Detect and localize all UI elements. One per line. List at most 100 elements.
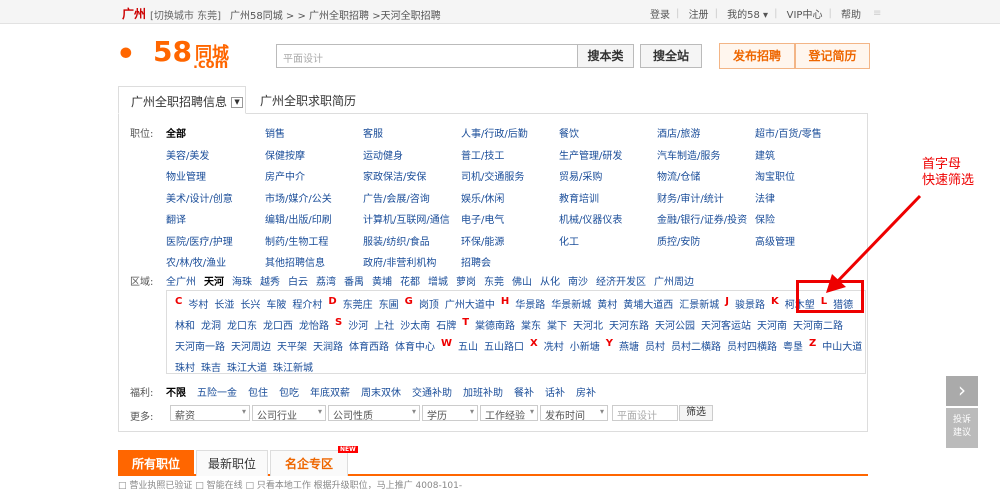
welfare-link[interactable]: 餐补 — [514, 384, 534, 399]
welfare-link[interactable]: 话补 — [545, 384, 565, 399]
subarea-link[interactable]: 天河南二路 — [793, 317, 843, 332]
category-link[interactable]: 普工/技工 — [461, 147, 504, 162]
subarea-link[interactable]: 华景路 — [515, 296, 545, 311]
subarea-link[interactable]: 岑村 — [188, 296, 208, 311]
subarea-link[interactable]: 天河东路 — [609, 317, 649, 332]
my58-menu[interactable]: 我的58 ▾ — [727, 6, 768, 21]
category-link[interactable]: 招聘会 — [461, 254, 491, 269]
category-link[interactable]: 超市/百货/零售 — [755, 125, 822, 140]
chevron-down-icon[interactable]: ▼ — [231, 97, 244, 108]
area-link[interactable]: 从化 — [540, 273, 560, 288]
subarea-link[interactable]: 天河公园 — [655, 317, 695, 332]
welfare-link[interactable]: 包吃 — [279, 384, 299, 399]
category-link[interactable]: 销售 — [265, 125, 285, 140]
area-link[interactable]: 番禺 — [344, 273, 364, 288]
subarea-link[interactable]: 林和 — [175, 317, 195, 332]
category-link[interactable]: 农/林/牧/渔业 — [166, 254, 226, 269]
area-link[interactable]: 越秀 — [260, 273, 280, 288]
welfare-link[interactable]: 不限 — [166, 384, 186, 399]
subarea-link[interactable]: 员村二横路 — [671, 338, 721, 353]
category-link[interactable]: 物业管理 — [166, 168, 206, 183]
current-city[interactable]: 广州 — [122, 5, 146, 22]
keyword-input[interactable]: 平面设计 — [612, 405, 678, 422]
category-link[interactable]: 娱乐/休闲 — [461, 190, 504, 205]
area-link[interactable]: 佛山 — [512, 273, 532, 288]
login-link[interactable]: 登录 — [650, 6, 670, 21]
category-link[interactable]: 家政保洁/安保 — [363, 168, 426, 183]
subarea-link[interactable]: 上社 — [374, 317, 394, 332]
subarea-link[interactable]: 五山路口 — [484, 338, 524, 353]
subarea-link[interactable]: 珠吉 — [201, 359, 221, 374]
breadcrumb[interactable]: 广州58同城 > > 广州全职招聘 >天河全职招聘 — [230, 7, 441, 22]
subarea-link[interactable]: 沙河 — [348, 317, 368, 332]
area-link[interactable]: 荔湾 — [316, 273, 336, 288]
area-link[interactable]: 广州周边 — [654, 273, 694, 288]
menu-icon[interactable]: ≡ — [873, 8, 881, 19]
category-link[interactable]: 市场/媒介/公关 — [265, 190, 332, 205]
area-link[interactable]: 萝岗 — [456, 273, 476, 288]
subarea-link[interactable]: 龙怡路 — [299, 317, 329, 332]
subarea-link[interactable]: 龙洞 — [201, 317, 221, 332]
category-link[interactable]: 制药/生物工程 — [265, 233, 328, 248]
subarea-link[interactable]: 石牌 — [436, 317, 456, 332]
subarea-link[interactable]: 珠江大道 — [227, 359, 267, 374]
area-link[interactable]: 黄埔 — [372, 273, 392, 288]
subarea-link[interactable]: 天河南 — [757, 317, 787, 332]
subarea-link[interactable]: 东圃 — [379, 296, 399, 311]
subarea-link[interactable]: 珠村 — [175, 359, 195, 374]
category-link[interactable]: 司机/交通服务 — [461, 168, 524, 183]
category-link[interactable]: 淘宝职位 — [755, 168, 795, 183]
subarea-link[interactable]: 车陂 — [266, 296, 286, 311]
category-link[interactable]: 翻译 — [166, 211, 186, 226]
category-link[interactable]: 教育培训 — [559, 190, 599, 205]
subarea-link[interactable]: 长湴 — [214, 296, 234, 311]
next-arrow-icon[interactable]: › — [946, 376, 978, 406]
subarea-link[interactable]: 骏景路 — [735, 296, 765, 311]
subarea-link[interactable]: 广州大道中 — [445, 296, 495, 311]
vip-center-link[interactable]: VIP中心 — [787, 6, 823, 21]
category-link[interactable]: 化工 — [559, 233, 579, 248]
category-link[interactable]: 房产中介 — [265, 168, 305, 183]
subarea-link[interactable]: 天平架 — [277, 338, 307, 353]
category-link[interactable]: 其他招聘信息 — [265, 254, 325, 269]
education-select[interactable]: 学历 ▾ — [422, 405, 478, 422]
area-link[interactable]: 天河 — [204, 273, 224, 288]
subarea-link[interactable]: 燕塘 — [619, 338, 639, 353]
category-link[interactable]: 政府/非营利机构 — [363, 254, 436, 269]
category-link[interactable]: 计算机/互联网/通信 — [363, 211, 450, 226]
subarea-link[interactable]: 棠下 — [547, 317, 567, 332]
experience-select[interactable]: 工作经验 ▾ — [480, 405, 538, 422]
company-nature-select[interactable]: 公司性质 ▾ — [328, 405, 420, 422]
category-link[interactable]: 质控/安防 — [657, 233, 700, 248]
category-link[interactable]: 美术/设计/创意 — [166, 190, 233, 205]
category-link[interactable]: 高级管理 — [755, 233, 795, 248]
tab-all-jobs[interactable]: 所有职位 — [118, 450, 194, 476]
subarea-link[interactable]: 天河北 — [573, 317, 603, 332]
category-link[interactable]: 财务/审计/统计 — [657, 190, 724, 205]
category-link[interactable]: 广告/会展/咨询 — [363, 190, 430, 205]
subarea-link[interactable]: 棠德南路 — [475, 317, 515, 332]
filter-button[interactable]: 筛选 — [679, 405, 713, 421]
subarea-link[interactable]: 体育西路 — [349, 338, 389, 353]
welfare-link[interactable]: 房补 — [576, 384, 596, 399]
area-link[interactable]: 经济开发区 — [596, 273, 646, 288]
category-link[interactable]: 餐饮 — [559, 125, 579, 140]
area-link[interactable]: 增城 — [428, 273, 448, 288]
subarea-link[interactable]: 华景新城 — [551, 296, 591, 311]
welfare-link[interactable]: 五险一金 — [197, 384, 237, 399]
search-input[interactable]: 平面设计 — [276, 44, 578, 68]
welfare-link[interactable]: 交通补助 — [412, 384, 452, 399]
industry-select[interactable]: 公司行业 ▾ — [252, 405, 326, 422]
area-link[interactable]: 花都 — [400, 273, 420, 288]
register-resume-button[interactable]: 登记简历 — [795, 43, 870, 69]
help-link[interactable]: 帮助 — [841, 6, 861, 21]
category-link[interactable]: 金融/银行/证券/投资 — [657, 211, 747, 226]
category-link[interactable]: 电子/电气 — [461, 211, 504, 226]
area-link[interactable]: 东莞 — [484, 273, 504, 288]
subarea-link[interactable]: 体育中心 — [395, 338, 435, 353]
subarea-link[interactable]: 珠江新城 — [273, 359, 313, 374]
subarea-link[interactable]: 天河南一路 — [175, 338, 225, 353]
welfare-link[interactable]: 周末双休 — [361, 384, 401, 399]
subarea-link[interactable]: 龙口西 — [263, 317, 293, 332]
category-link[interactable]: 保险 — [755, 211, 775, 226]
